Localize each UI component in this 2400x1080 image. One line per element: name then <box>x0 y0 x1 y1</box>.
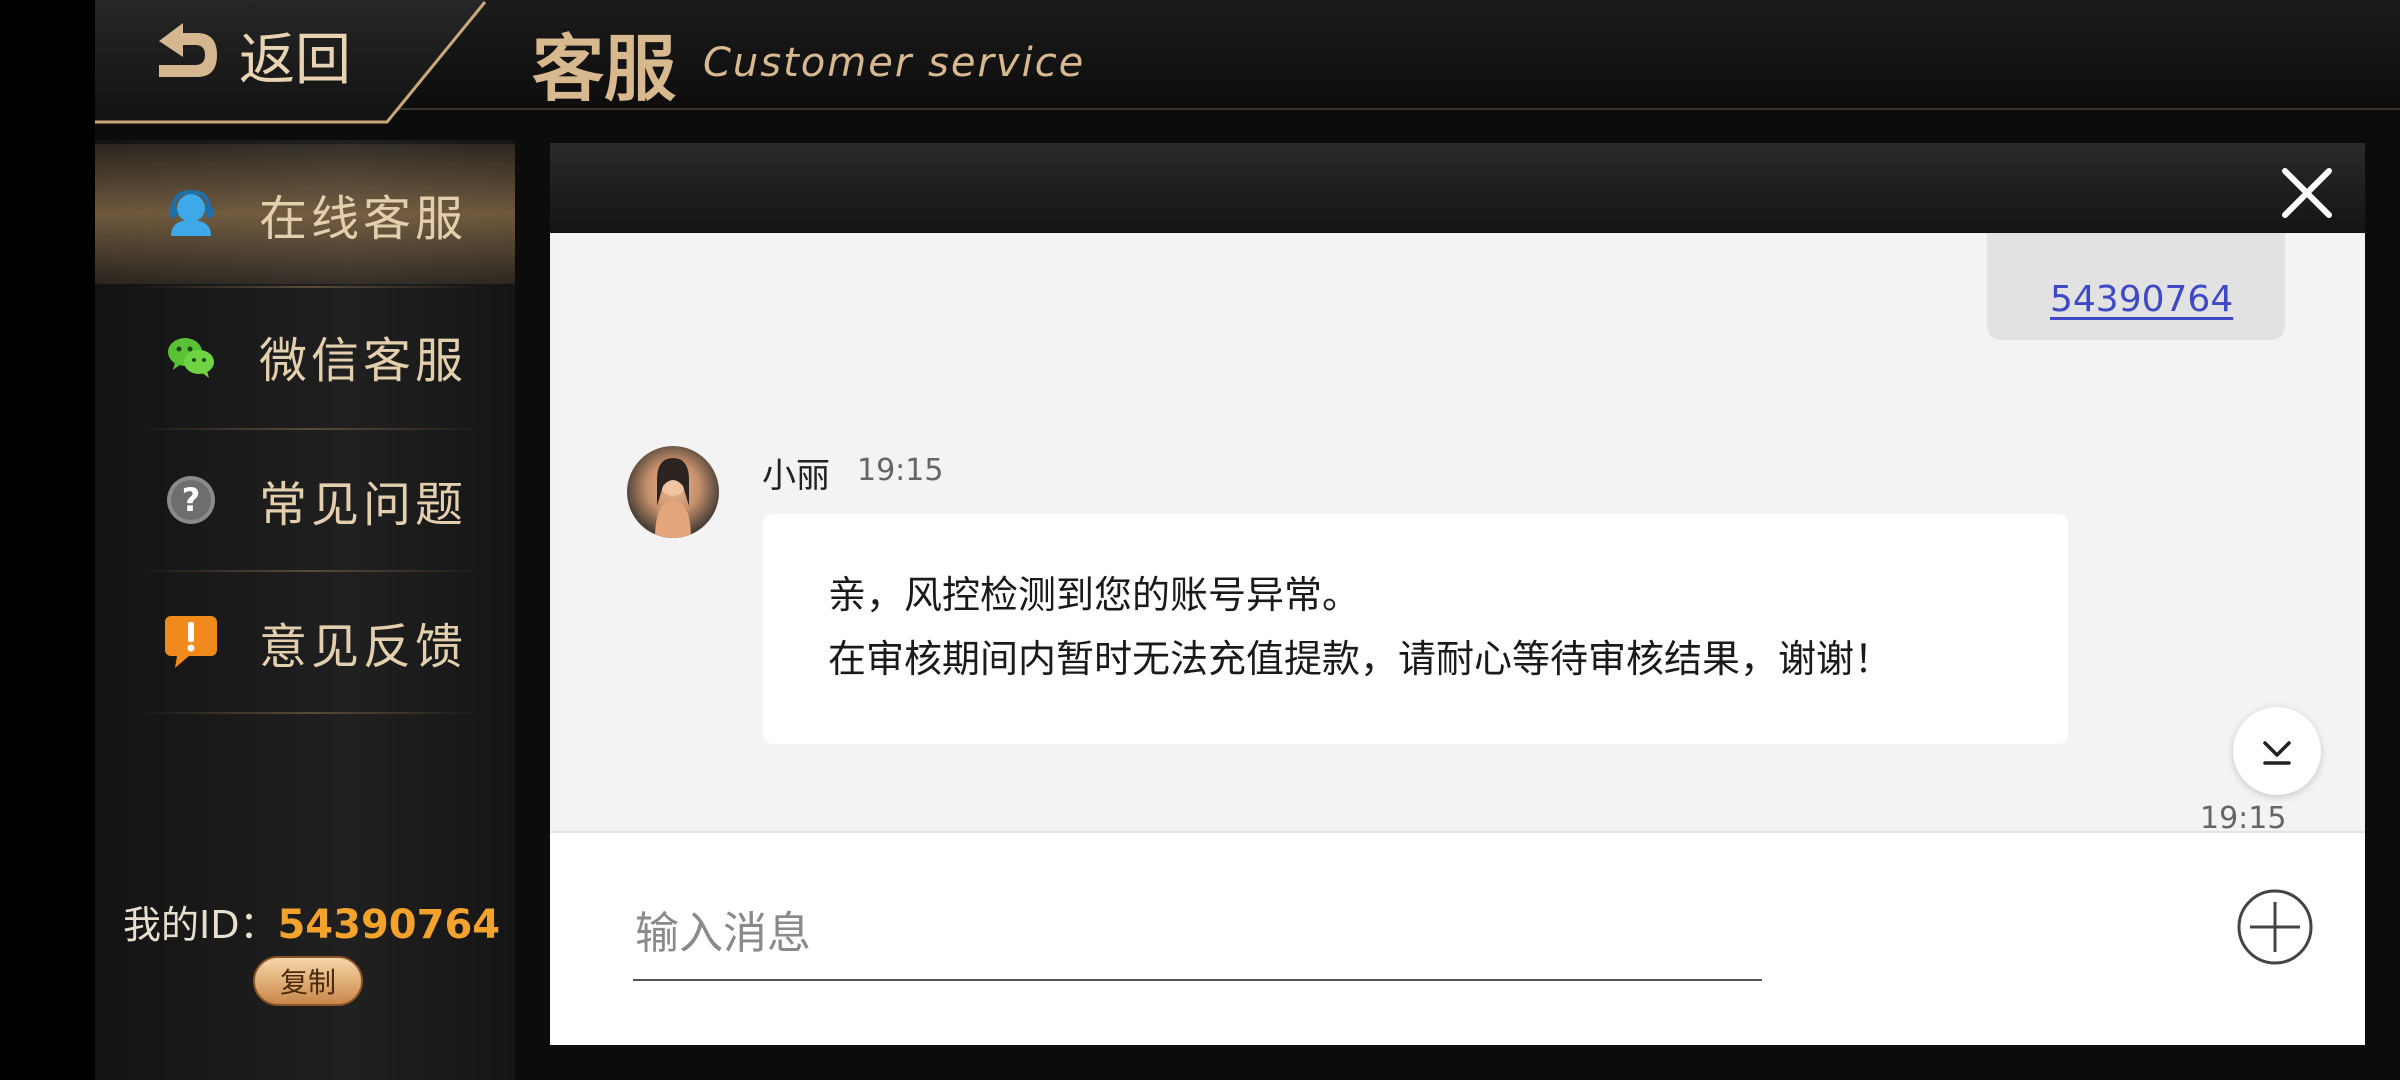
chevron-down-icon <box>2263 741 2291 765</box>
agent-message-bubble: 亲，风控检测到您的账号异常。 在审核期间内暂时无法充值提款，请耐心等待审核结果，… <box>763 514 2068 744</box>
sent-message-link[interactable]: 54390764 <box>2050 279 2233 320</box>
back-label: 返回 <box>239 27 351 93</box>
sidebar-item-label: 常见问题 <box>259 477 468 533</box>
sidebar-item-label: 意见反馈 <box>259 619 468 675</box>
divider <box>135 712 485 714</box>
sent-message-bubble: 54390764 <box>1987 233 2285 340</box>
page-title: 客服 <box>532 26 677 111</box>
scroll-to-bottom-button[interactable] <box>2233 707 2321 795</box>
avatar <box>627 446 719 538</box>
message-line: 亲，风控检测到您的账号异常。 <box>828 573 1361 617</box>
sidebar-item-online-service[interactable]: 在线客服 <box>95 144 515 284</box>
sidebar-item-label: 微信客服 <box>259 333 468 389</box>
message-input-area <box>550 831 2365 1045</box>
message-line: 在审核期间内暂时无法充值提款，请耐心等待审核结果，谢谢！ <box>828 637 1893 681</box>
my-id: 我的ID：54390764 <box>123 894 500 949</box>
exclamation-icon <box>163 614 219 670</box>
app-window: 返回 客服 Customer service 在线客服 微信客服 ? 常见问题 … <box>95 0 2400 1080</box>
agent-name: 小丽 <box>762 456 830 496</box>
message-input[interactable] <box>633 887 1762 981</box>
wechat-icon <box>163 328 219 384</box>
chat-panel: 54390764 小丽 19:15 亲，风控检测到您的账号异常。 在审核期间内暂… <box>550 143 2365 1045</box>
my-id-value: 54390764 <box>277 902 501 948</box>
copy-button[interactable]: 复制 <box>253 956 363 1006</box>
headset-icon <box>163 186 219 242</box>
add-attachment-icon[interactable] <box>2236 888 2314 966</box>
question-icon: ? <box>163 472 219 528</box>
sidebar-item-label: 在线客服 <box>259 191 468 247</box>
page-subtitle: Customer service <box>703 40 1086 86</box>
sidebar-item-feedback[interactable]: 意见反馈 <box>95 572 515 712</box>
back-arrow-icon <box>159 23 217 77</box>
svg-text:?: ? <box>182 481 201 519</box>
sidebar-item-faq[interactable]: ? 常见问题 <box>95 430 515 570</box>
agent-message-time: 19:15 <box>857 453 944 488</box>
sidebar-item-wechat-service[interactable]: 微信客服 <box>95 286 515 426</box>
my-id-label: 我的ID： <box>123 903 278 947</box>
close-icon[interactable] <box>2279 165 2335 221</box>
back-button[interactable]: 返回 <box>145 14 351 96</box>
chat-header <box>550 143 2365 233</box>
